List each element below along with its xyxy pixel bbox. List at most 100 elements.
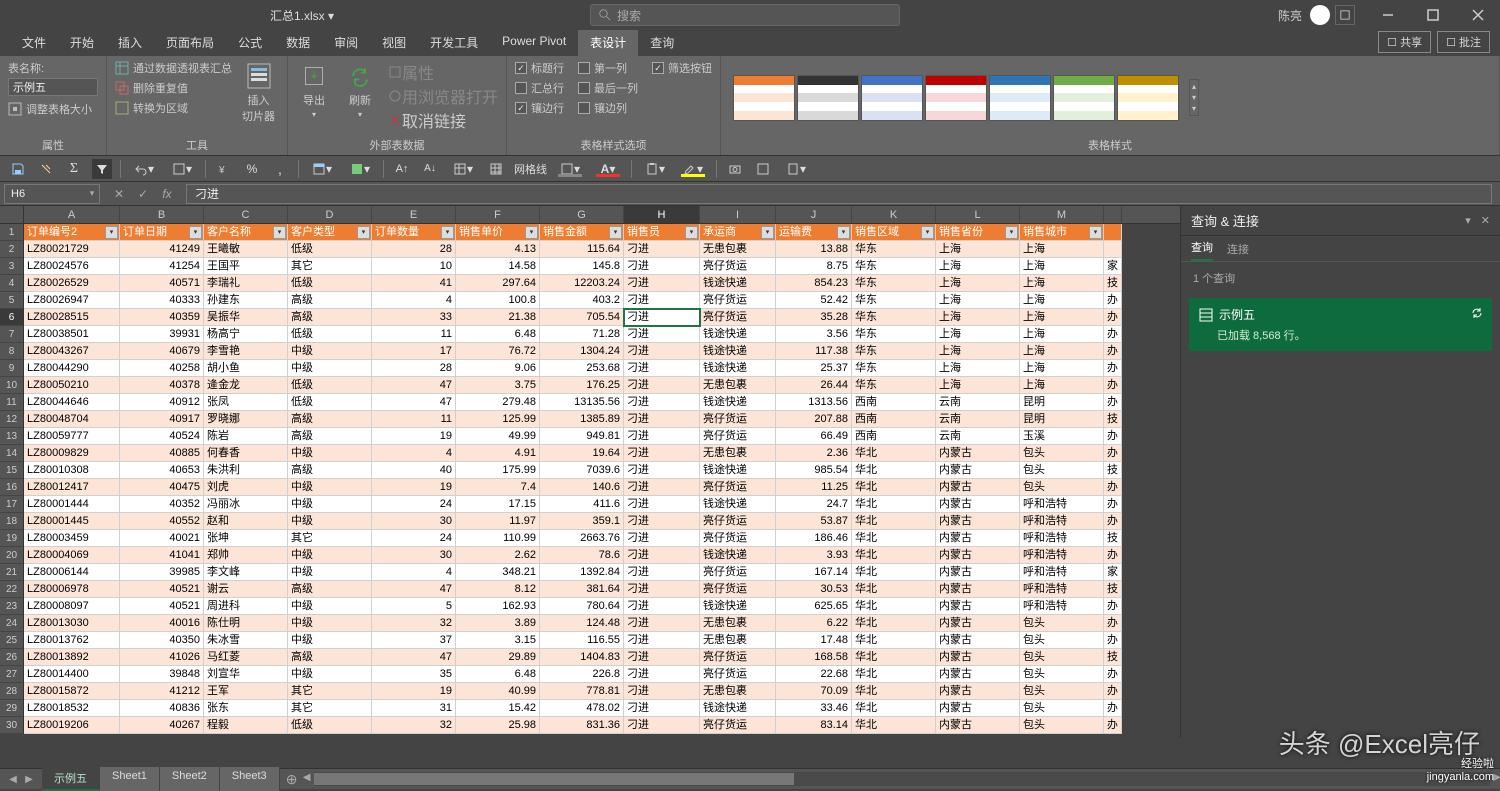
cell[interactable]: 52.42 [776,292,852,309]
cell[interactable]: 李文峰 [204,564,288,581]
cell[interactable]: 381.64 [540,581,624,598]
style-swatch[interactable] [1117,75,1179,121]
camera-button[interactable] [725,159,745,179]
row-header[interactable]: 15 [0,462,24,479]
styles-more[interactable]: ▴▾▾ [1189,79,1199,116]
ribbon-display-options[interactable] [1335,5,1355,25]
cell[interactable]: 40653 [120,462,204,479]
cell[interactable]: 内蒙古 [936,598,1020,615]
filter-dropdown-icon[interactable]: ▾ [837,226,850,239]
cell[interactable]: 中级 [288,547,372,564]
column-header-K[interactable]: K [852,206,936,223]
ribbon-tab-表设计[interactable]: 表设计 [578,29,638,56]
cell[interactable]: 47 [372,394,456,411]
cell[interactable]: 778.81 [540,683,624,700]
cell[interactable]: 刁进 [624,581,700,598]
open-in-browser[interactable]: 用浏览器打开 [388,84,498,108]
cell[interactable]: 刁进 [624,717,700,734]
freeze-panes[interactable]: ▾ [448,159,478,179]
cell[interactable]: 854.23 [776,275,852,292]
cell[interactable]: 刁进 [624,394,700,411]
filter-dropdown-icon[interactable]: ▾ [273,226,286,239]
check-last-col[interactable]: 最后一列 [578,80,638,96]
cell[interactable]: 19 [372,428,456,445]
cell[interactable]: 上海 [1020,343,1104,360]
tab-connections[interactable]: 连接 [1227,241,1249,261]
cell[interactable]: 高级 [288,462,372,479]
filename[interactable]: 汇总1.xlsx ▾ [270,7,334,24]
scroll-thumb[interactable] [314,773,794,785]
summarize-pivot[interactable]: 通过数据透视表汇总 [115,60,232,76]
cell[interactable]: 40571 [120,275,204,292]
sheet-tab-示例五[interactable]: 示例五 [42,767,100,791]
cell[interactable]: 中级 [288,343,372,360]
cell[interactable]: 华北 [852,717,936,734]
cell[interactable]: 呼和浩特 [1020,598,1104,615]
cell[interactable]: 中级 [288,479,372,496]
cell[interactable]: 内蒙古 [936,564,1020,581]
cell[interactable]: 9.06 [456,360,540,377]
resize-table[interactable]: 调整表格大小 [8,101,92,117]
cell[interactable]: 11.97 [456,513,540,530]
cell[interactable]: LZ80009829 [24,445,120,462]
cell[interactable]: 玉溪 [1020,428,1104,445]
cell[interactable]: 40021 [120,530,204,547]
row-header[interactable]: 7 [0,326,24,343]
query-item[interactable]: 示例五 已加载 8,568 行。 [1189,298,1492,351]
cell[interactable]: 内蒙古 [936,581,1020,598]
cell[interactable]: 包头 [1020,632,1104,649]
cell[interactable]: 705.54 [540,309,624,326]
cell[interactable]: 低级 [288,241,372,258]
cell[interactable]: 王军 [204,683,288,700]
cell[interactable]: 周进科 [204,598,288,615]
cell[interactable]: 359.1 [540,513,624,530]
cell[interactable]: 40333 [120,292,204,309]
cell[interactable]: 华北 [852,598,936,615]
cell[interactable]: 中级 [288,598,372,615]
minimize-button[interactable] [1365,0,1410,30]
cell[interactable]: LZ80001444 [24,496,120,513]
cell[interactable]: 郑帅 [204,547,288,564]
cell[interactable]: LZ80013030 [24,615,120,632]
percent-button[interactable]: % [242,159,262,179]
cell[interactable]: 39848 [120,666,204,683]
column-header-I[interactable]: I [700,206,776,223]
table-column-header[interactable]: 订单日期▾ [120,224,204,241]
cell[interactable]: 19 [372,479,456,496]
cell[interactable]: 8.12 [456,581,540,598]
cell[interactable]: 3.75 [456,377,540,394]
cell[interactable]: 28 [372,241,456,258]
cell[interactable]: 高级 [288,428,372,445]
table-column-header[interactable]: 运输费▾ [776,224,852,241]
cell[interactable]: 上海 [936,360,1020,377]
cell[interactable]: 华北 [852,547,936,564]
cell[interactable]: 亮仔货运 [700,649,776,666]
cell[interactable]: 刁进 [624,598,700,615]
filter-button[interactable] [92,159,112,179]
cell[interactable]: 何春香 [204,445,288,462]
cell[interactable]: 3.15 [456,632,540,649]
cell[interactable]: 亮仔货运 [700,292,776,309]
cell[interactable]: 亮仔货运 [700,309,776,326]
cell[interactable]: 40552 [120,513,204,530]
filter-dropdown-icon[interactable]: ▾ [357,226,370,239]
row-header[interactable]: 19 [0,530,24,547]
ribbon-tab-页面布局[interactable]: 页面布局 [154,29,226,56]
column-header-G[interactable]: G [540,206,624,223]
cell[interactable]: 40521 [120,581,204,598]
cell[interactable]: LZ80006978 [24,581,120,598]
row-header[interactable]: 20 [0,547,24,564]
column-header-A[interactable]: A [24,206,120,223]
filter-dropdown-icon[interactable]: ▾ [609,226,622,239]
cell[interactable]: 其它 [288,700,372,717]
cell[interactable]: LZ80015872 [24,683,120,700]
comma-button[interactable]: , [270,159,290,179]
cell[interactable]: 华北 [852,615,936,632]
cell[interactable]: 内蒙古 [936,632,1020,649]
cell[interactable]: 40679 [120,343,204,360]
cell[interactable]: 王国平 [204,258,288,275]
cell[interactable]: 程毅 [204,717,288,734]
cell[interactable]: 41254 [120,258,204,275]
cell[interactable]: 其它 [288,530,372,547]
cell[interactable]: 云南 [936,428,1020,445]
